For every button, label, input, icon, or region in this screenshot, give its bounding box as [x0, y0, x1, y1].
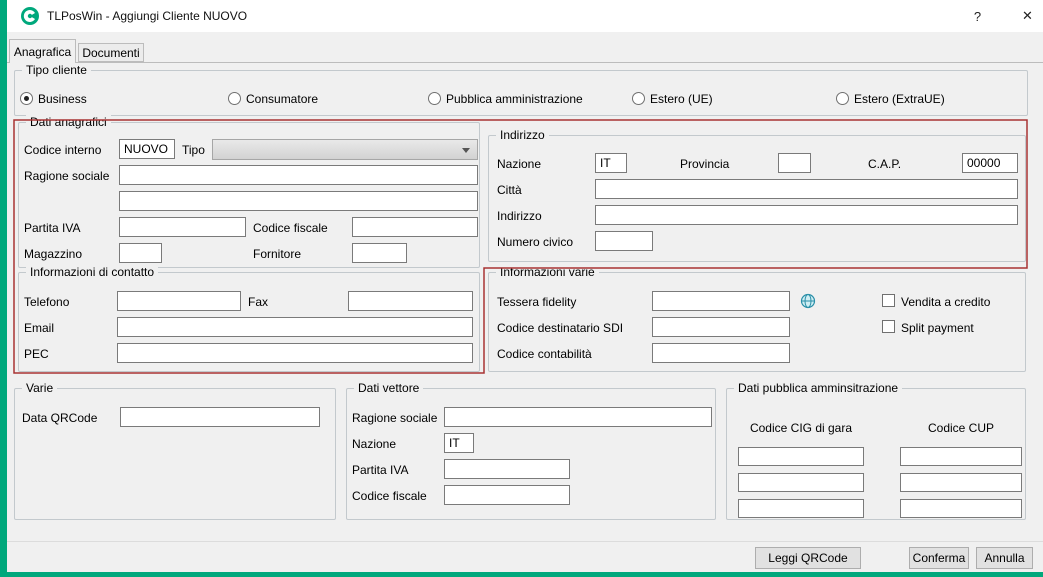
radio-estero-extraue-label: Estero (ExtraUE) — [854, 92, 945, 106]
ragione-sociale-field-1[interactable] — [119, 165, 478, 185]
vettore-codice-fiscale-label: Codice fiscale — [352, 489, 427, 503]
radio-business-label: Business — [38, 92, 87, 106]
cap-field[interactable] — [962, 153, 1018, 173]
codice-destinatario-sdi-field[interactable] — [652, 317, 790, 337]
codice-destinatario-sdi-label: Codice destinatario SDI — [497, 321, 623, 335]
radio-business[interactable] — [20, 92, 33, 105]
radio-consumatore[interactable] — [228, 92, 241, 105]
fax-field[interactable] — [348, 291, 473, 311]
radio-pubblica-amministrazione-label: Pubblica amministrazione — [446, 92, 583, 106]
codice-fiscale-field[interactable] — [352, 217, 478, 237]
fax-label: Fax — [248, 295, 268, 309]
codice-fiscale-label: Codice fiscale — [253, 221, 328, 235]
vettore-partita-iva-label: Partita IVA — [352, 463, 408, 477]
email-field[interactable] — [117, 317, 473, 337]
help-button[interactable]: ? — [955, 0, 1000, 32]
dialog-window: TLPosWin - Aggiungi Cliente NUOVO ? ✕ An… — [0, 0, 1043, 577]
magazzino-label: Magazzino — [24, 247, 82, 261]
email-label: Email — [24, 321, 54, 335]
codice-cig-field-3[interactable] — [738, 499, 864, 518]
numero-civico-field[interactable] — [595, 231, 653, 251]
codice-cup-field-3[interactable] — [900, 499, 1022, 518]
vettore-ragione-sociale-field[interactable] — [444, 407, 712, 427]
indirizzo-field[interactable] — [595, 205, 1018, 225]
codice-interno-label: Codice interno — [24, 143, 101, 157]
tipo-label: Tipo — [182, 143, 205, 157]
group-dati-vettore-legend: Dati vettore — [354, 381, 423, 395]
partita-iva-field[interactable] — [119, 217, 246, 237]
tab-anagrafica-label: Anagrafica — [14, 45, 71, 59]
codice-contabilita-label: Codice contabilità — [497, 347, 592, 361]
close-button[interactable]: ✕ — [1005, 0, 1043, 32]
codice-cig-field-2[interactable] — [738, 473, 864, 492]
cap-label: C.A.P. — [868, 157, 901, 171]
tessera-fidelity-label: Tessera fidelity — [497, 295, 576, 309]
codice-cup-field-1[interactable] — [900, 447, 1022, 466]
provincia-field[interactable] — [778, 153, 811, 173]
provincia-label: Provincia — [680, 157, 729, 171]
group-informazioni-varie-legend: Informazioni varie — [496, 265, 599, 279]
group-varie-legend: Varie — [22, 381, 57, 395]
vettore-partita-iva-field[interactable] — [444, 459, 570, 479]
pec-field[interactable] — [117, 343, 473, 363]
nazione-field[interactable] — [595, 153, 627, 173]
telefono-label: Telefono — [24, 295, 69, 309]
tessera-fidelity-field[interactable] — [652, 291, 790, 311]
codice-contabilita-field[interactable] — [652, 343, 790, 363]
chevron-down-icon — [462, 148, 470, 153]
title-bar: TLPosWin - Aggiungi Cliente NUOVO ? ✕ — [7, 0, 1043, 32]
bottom-divider — [7, 541, 1043, 542]
tab-anagrafica[interactable]: Anagrafica — [9, 39, 76, 63]
tab-documenti-label: Documenti — [82, 46, 139, 60]
numero-civico-label: Numero civico — [497, 235, 573, 249]
citta-field[interactable] — [595, 179, 1018, 199]
data-qrcode-label: Data QRCode — [22, 411, 97, 425]
group-contatto-legend: Informazioni di contatto — [26, 265, 158, 279]
radio-estero-ue[interactable] — [632, 92, 645, 105]
group-dati-anagrafici-legend: Dati anagrafici — [26, 115, 111, 129]
telefono-field[interactable] — [117, 291, 241, 311]
radio-pubblica-amministrazione[interactable] — [428, 92, 441, 105]
vettore-nazione-label: Nazione — [352, 437, 396, 451]
app-logo-icon — [20, 6, 40, 26]
citta-label: Città — [497, 183, 522, 197]
fornitore-label: Fornitore — [253, 247, 301, 261]
ragione-sociale-label: Ragione sociale — [24, 169, 109, 183]
radio-consumatore-label: Consumatore — [246, 92, 318, 106]
conferma-button[interactable]: Conferma — [909, 547, 969, 569]
pec-label: PEC — [24, 347, 49, 361]
group-indirizzo-legend: Indirizzo — [496, 128, 549, 142]
split-payment-checkbox[interactable] — [882, 320, 895, 333]
globe-icon[interactable] — [800, 293, 816, 309]
codice-interno-field[interactable] — [119, 139, 175, 159]
window-title: TLPosWin - Aggiungi Cliente NUOVO — [47, 9, 247, 23]
partita-iva-label: Partita IVA — [24, 221, 80, 235]
vendita-a-credito-label: Vendita a credito — [901, 295, 990, 309]
vettore-codice-fiscale-field[interactable] — [444, 485, 570, 505]
ragione-sociale-field-2[interactable] — [119, 191, 478, 211]
annulla-button[interactable]: Annulla — [976, 547, 1033, 569]
tab-documenti[interactable]: Documenti — [78, 43, 144, 62]
data-qrcode-field[interactable] — [120, 407, 320, 427]
fornitore-field[interactable] — [352, 243, 407, 263]
codice-cup-header: Codice CUP — [898, 421, 1024, 435]
tipo-dropdown[interactable] — [212, 139, 478, 160]
magazzino-field[interactable] — [119, 243, 162, 263]
codice-cig-field-1[interactable] — [738, 447, 864, 466]
leggi-qrcode-button[interactable]: Leggi QRCode — [755, 547, 861, 569]
nazione-label: Nazione — [497, 157, 541, 171]
split-payment-label: Split payment — [901, 321, 974, 335]
codice-cig-header: Codice CIG di gara — [738, 421, 864, 435]
group-dati-pa-legend: Dati pubblica amminsitrazione — [734, 381, 902, 395]
radio-estero-extraue[interactable] — [836, 92, 849, 105]
vettore-ragione-sociale-label: Ragione sociale — [352, 411, 437, 425]
codice-cup-field-2[interactable] — [900, 473, 1022, 492]
group-tipo-cliente-legend: Tipo cliente — [22, 63, 91, 77]
tab-strip-border — [7, 62, 1043, 63]
vettore-nazione-field[interactable] — [444, 433, 474, 453]
vendita-a-credito-checkbox[interactable] — [882, 294, 895, 307]
radio-estero-ue-label: Estero (UE) — [650, 92, 713, 106]
indirizzo-label: Indirizzo — [497, 209, 542, 223]
